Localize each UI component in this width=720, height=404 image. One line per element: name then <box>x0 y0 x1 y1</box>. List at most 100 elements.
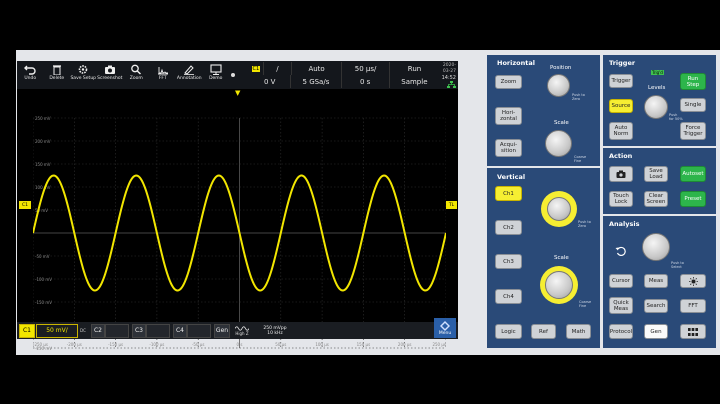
channel-2-blank[interactable] <box>105 323 129 338</box>
trigd-indicator: Trig'd <box>651 70 664 75</box>
position-knob[interactable] <box>547 74 570 97</box>
network-icon <box>447 81 456 88</box>
generator-tab[interactable]: Gen <box>214 323 230 338</box>
channel-2-tab[interactable]: C2 <box>91 323 105 338</box>
x-tick-label: -150 µs <box>108 342 123 347</box>
vertical-scale-knob[interactable] <box>545 271 573 299</box>
pen-icon <box>184 65 195 75</box>
timebase-value[interactable]: 50 µs/ <box>341 62 389 75</box>
camera-hw-icon <box>616 170 626 178</box>
y-tick-label: 150 mV <box>35 162 51 167</box>
screenshot-label: Screenshot <box>97 76 123 81</box>
annotation-label: Annotation <box>176 76 202 81</box>
x-tick-label: 150 µs <box>357 342 371 347</box>
scope-screen: Undo Delete Save Setup Screenshot Zoom F… <box>17 61 458 351</box>
delete-label: Delete <box>49 76 65 81</box>
zoom-button[interactable]: Zoom <box>123 61 150 89</box>
vertical-push-zero: Push to Zero <box>578 220 591 228</box>
cursor-button[interactable]: Cursor <box>609 274 633 288</box>
undo-icon <box>24 65 36 75</box>
vertical-position-knob[interactable] <box>547 197 571 221</box>
annotation-button[interactable]: Annotation <box>176 61 203 89</box>
fft-button[interactable]: FFT <box>150 61 177 89</box>
logic-button[interactable]: Logic <box>495 324 522 339</box>
run-state[interactable]: Run <box>389 62 439 75</box>
delete-button[interactable]: Delete <box>44 61 71 89</box>
trigger-position-marker[interactable]: ▼ <box>235 89 240 97</box>
ch2-button[interactable]: Ch2 <box>495 220 522 235</box>
channel-1-marker-text: C1 <box>21 202 28 208</box>
acquisition-button[interactable]: Acqui- sition <box>495 139 522 157</box>
fft-hw-button[interactable]: FFT <box>680 299 706 313</box>
apps-button[interactable] <box>680 324 706 339</box>
screenshot-hw-button[interactable] <box>609 166 633 182</box>
trigger-mode[interactable]: Auto <box>291 62 341 75</box>
time-offset[interactable]: 0 s <box>340 75 389 88</box>
meas-button[interactable]: Meas <box>644 274 668 288</box>
touch-lock-button[interactable]: Touch Lock <box>609 191 633 207</box>
position-label: Position <box>550 65 572 71</box>
protocol-button[interactable]: Protocol <box>609 324 633 339</box>
acquisition-info: C1 / Auto 50 µs/ Run 0 V 5 GSa/s 0 s Sam… <box>249 61 439 89</box>
auto-norm-button[interactable]: Auto Norm <box>609 122 633 140</box>
save-setup-button[interactable]: Save Setup <box>70 61 97 89</box>
x-tick-label: 0 s <box>237 342 243 347</box>
math-button[interactable]: Math <box>566 324 591 339</box>
trigger-button[interactable]: Trigger <box>609 74 633 88</box>
quick-meas-button[interactable]: Quick Meas <box>609 297 633 314</box>
push-50-percent: Push for 50% <box>669 113 683 121</box>
channel-4-tab[interactable]: C4 <box>173 323 187 338</box>
horizontal-coarse-fine: Coarse Fine <box>574 155 587 163</box>
zoom-hw-button[interactable]: Zoom <box>495 75 522 89</box>
run-step-button[interactable]: Run Step <box>680 73 706 90</box>
channel-3-tab[interactable]: C3 <box>132 323 146 338</box>
channel-1-scale[interactable]: 50 mV/ <box>36 323 78 338</box>
preset-button[interactable]: Preset <box>680 191 706 207</box>
clear-screen-button[interactable]: Clear Screen <box>644 191 668 207</box>
channel-1-tab[interactable]: C1 <box>19 323 35 338</box>
brightness-button[interactable] <box>680 274 706 288</box>
generator-settings[interactable]: 250 mVpp 10 kHz <box>258 326 292 336</box>
ref-button[interactable]: Ref <box>531 324 556 339</box>
channel-1-scale-text: 50 mV/ <box>46 327 68 334</box>
channel-4-blank[interactable] <box>187 323 211 338</box>
sun-icon <box>688 276 698 286</box>
settings-dot[interactable] <box>229 61 237 89</box>
trash-icon <box>52 65 61 75</box>
force-trigger-button[interactable]: Force Trigger <box>680 122 706 140</box>
search-button[interactable]: Search <box>644 299 668 313</box>
channel-1-offset-marker[interactable]: C1 <box>19 201 31 209</box>
generator-mode[interactable]: High Z <box>232 325 252 336</box>
position-push-zero: Push to Zero <box>572 93 585 101</box>
trigger-source-badge[interactable]: C1 <box>249 62 263 75</box>
source-button[interactable]: Source <box>609 99 633 113</box>
gen-button[interactable]: Gen <box>644 324 668 339</box>
date-time: 2020-03-27 14:52 <box>438 63 456 91</box>
trigger-level-knob[interactable] <box>644 95 668 119</box>
generator-frequency: 10 kHz <box>267 330 283 336</box>
sample-rate[interactable]: 5 GSa/s <box>290 75 340 88</box>
trigger-level[interactable]: 0 V <box>249 75 290 88</box>
cog-small-icon <box>231 73 235 77</box>
undo-button[interactable]: Undo <box>17 61 44 89</box>
menu-button[interactable]: Menu <box>434 318 456 338</box>
screenshot-button[interactable]: Screenshot <box>97 61 124 89</box>
navigation-knob[interactable] <box>642 233 670 261</box>
undo-label: Undo <box>24 76 37 81</box>
ch3-button[interactable]: Ch3 <box>495 254 522 269</box>
horizontal-button[interactable]: Hori- zontal <box>495 107 522 125</box>
acquisition-mode[interactable]: Sample <box>388 75 439 88</box>
back-arrow-button[interactable] <box>615 242 627 261</box>
autoset-button[interactable]: Autoset <box>680 166 706 182</box>
ch1-button[interactable]: Ch1 <box>495 186 522 201</box>
channel-3-blank[interactable] <box>146 323 170 338</box>
trigger-slope[interactable]: / <box>262 62 291 75</box>
trigger-level-marker[interactable]: TL <box>446 201 457 209</box>
single-button[interactable]: Single <box>680 98 706 112</box>
horizontal-scale-knob[interactable] <box>545 130 572 157</box>
demo-button[interactable]: Demo <box>203 61 230 89</box>
ch4-button[interactable]: Ch4 <box>495 289 522 304</box>
demo-label: Demo <box>209 76 223 81</box>
save-load-button[interactable]: Save Load <box>644 166 668 182</box>
y-axis-labels: 250 mV200 mV150 mV100 mV50 mV-50 mV-100 … <box>35 116 52 351</box>
